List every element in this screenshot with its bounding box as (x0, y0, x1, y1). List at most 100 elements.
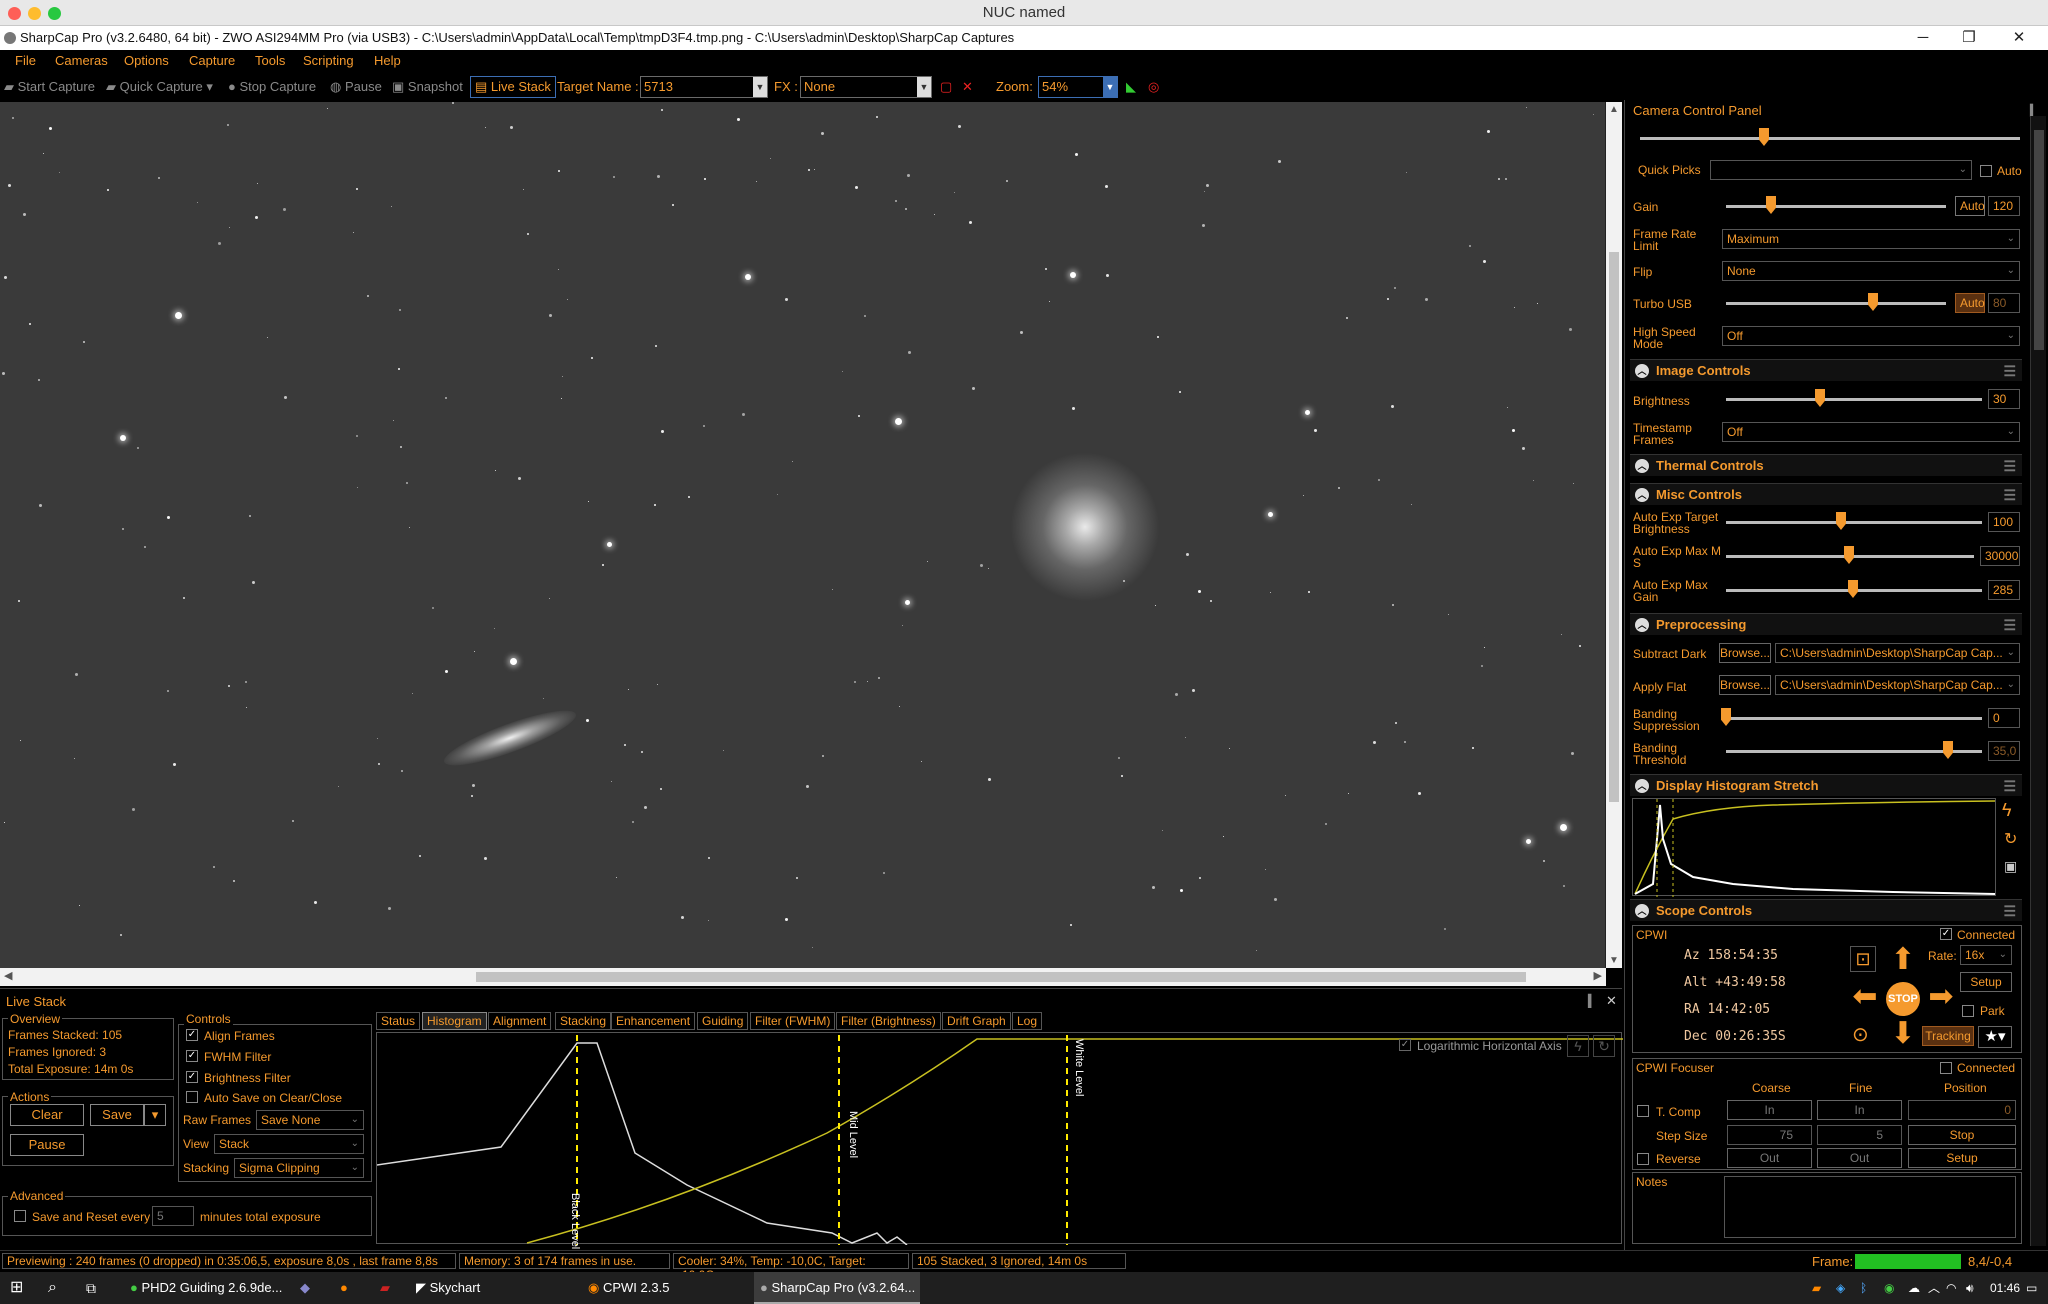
volume-icon[interactable]: 🔊︎ (1966, 1272, 1974, 1304)
asi-icon[interactable]: ▰ (380, 1272, 390, 1304)
scope-setup-button[interactable]: Setup (1960, 972, 2012, 992)
taskbar-cpwi[interactable]: ◉ CPWI 2.3.5 (584, 1272, 734, 1304)
fwhm-filter-checkbox[interactable]: ✓ (186, 1050, 198, 1062)
high-speed-mode-select[interactable]: Off ⌄ (1722, 326, 2020, 346)
gain-slider-track[interactable] (1726, 205, 1946, 208)
start-capture-button[interactable]: ▰ Start Capture (4, 79, 95, 95)
histogram-stretch-plot[interactable] (1632, 798, 1996, 897)
align-frames-checkbox[interactable]: ✓ (186, 1029, 198, 1041)
collapse-icon[interactable]: ︿ (1635, 904, 1649, 918)
thermal-controls-header[interactable]: ︿ Thermal Controls ☰ (1630, 454, 2022, 476)
menu-scripting[interactable]: Scripting (303, 53, 354, 68)
close-icon[interactable]: ✕ (1996, 26, 2042, 50)
tray-icon-1[interactable]: ▰ (1812, 1272, 1821, 1304)
image-vertical-scrollbar[interactable]: ▲ ▼ (1606, 102, 1622, 968)
search-icon[interactable]: ⌕ (48, 1272, 57, 1304)
center-icon[interactable]: ⊙ (1852, 1022, 1869, 1047)
tab-filter-brightness[interactable]: Filter (Brightness) (836, 1012, 941, 1030)
tab-enhancement[interactable]: Enhancement (611, 1012, 696, 1030)
raw-frames-select[interactable]: Save None ⌄ (256, 1110, 364, 1130)
turbo-usb-value[interactable]: 80 (1988, 293, 2020, 313)
fine-in-button[interactable]: In (1817, 1100, 1902, 1120)
tab-histogram[interactable]: Histogram (422, 1012, 487, 1030)
misc-controls-header[interactable]: ︿ Misc Controls ☰ (1630, 483, 2022, 505)
frame-rate-select[interactable]: Maximum ⌄ (1722, 229, 2020, 249)
auto-exp-target-value[interactable]: 100 (1988, 512, 2020, 532)
reverse-checkbox[interactable] (1637, 1153, 1649, 1165)
target-name-combo[interactable]: 5713 ▼ (640, 76, 768, 98)
clear-button[interactable]: Clear (10, 1104, 84, 1126)
reticle-icon[interactable]: ◎ (1148, 79, 1159, 95)
stop-slew-button[interactable]: STOP (1886, 982, 1920, 1016)
fine-out-button[interactable]: Out (1817, 1148, 1902, 1168)
pause-button[interactable]: ◍ Pause (330, 79, 382, 95)
camera-image-view[interactable] (0, 102, 1606, 968)
pause-stack-button[interactable]: Pause (10, 1134, 84, 1156)
zoom-traffic-light-icon[interactable] (48, 7, 61, 20)
auto-save-checkbox[interactable] (186, 1091, 198, 1103)
apply-flat-browse-button[interactable]: Browse... (1719, 675, 1771, 695)
menu-file[interactable]: File (15, 53, 36, 68)
chevron-down-icon[interactable]: ▼ (753, 77, 767, 97)
live-stack-button[interactable]: ▤ Live Stack (470, 76, 556, 98)
tab-stacking[interactable]: Stacking (555, 1012, 612, 1030)
reset-icon[interactable]: ↻ (1593, 1035, 1615, 1057)
chevron-up-icon[interactable]: ︿ (1928, 1272, 1940, 1304)
exposure-slider-track[interactable] (1640, 137, 2020, 140)
scope-controls-header[interactable]: ︿ Scope Controls ☰ (1630, 899, 2022, 921)
bluetooth-icon[interactable]: ᛒ (1860, 1272, 1867, 1304)
menu-help[interactable]: Help (374, 53, 401, 68)
collapse-icon[interactable]: ︿ (1635, 488, 1649, 502)
menu-capture[interactable]: Capture (189, 53, 235, 68)
coarse-out-button[interactable]: Out (1727, 1148, 1812, 1168)
gain-auto-button[interactable]: Auto (1955, 196, 1985, 216)
taskbar-phd2[interactable]: ● PHD2 Guiding 2.6.9de... (124, 1272, 284, 1304)
flip-select[interactable]: None ⌄ (1722, 261, 2020, 281)
focuser-setup-button[interactable]: Setup (1908, 1148, 2016, 1168)
goto-icon[interactable]: ⊡ (1850, 946, 1876, 972)
collapse-icon[interactable]: ︿ (1635, 618, 1649, 632)
menu-icon[interactable]: ☰ (2003, 900, 2016, 922)
clock[interactable]: 01:46 (1990, 1272, 2020, 1304)
close-traffic-light-icon[interactable] (8, 7, 21, 20)
menu-icon[interactable]: ☰ (2003, 614, 2016, 636)
banding-suppression-slider-track[interactable] (1726, 717, 1982, 720)
menu-icon[interactable]: ☰ (2003, 484, 2016, 506)
scope-connected-checkbox[interactable]: ✓ (1940, 928, 1952, 940)
quick-picks-select[interactable]: ⌄ (1710, 160, 1972, 180)
park-checkbox[interactable] (1962, 1005, 1974, 1017)
t-comp-checkbox[interactable] (1637, 1105, 1649, 1117)
focuser-stop-button[interactable]: Stop (1908, 1125, 2016, 1145)
tab-status[interactable]: Status (376, 1012, 421, 1030)
panel-scrollbar[interactable] (2030, 116, 2046, 1246)
fx-combo[interactable]: None ▼ (800, 76, 932, 98)
move-west-arrow-icon[interactable]: ⬅ (1848, 982, 1882, 1012)
selection-rect-icon[interactable]: ▢ (940, 79, 952, 95)
auto-exp-target-slider-track[interactable] (1726, 521, 1982, 524)
subtract-dark-browse-button[interactable]: Browse... (1719, 643, 1771, 663)
save-stretch-icon[interactable]: ▣ (2004, 858, 2017, 875)
preprocessing-header[interactable]: ︿ Preprocessing ☰ (1630, 613, 2022, 635)
start-windows-icon[interactable]: ⊞ (10, 1272, 23, 1304)
turbo-usb-slider-track[interactable] (1726, 302, 1946, 305)
display-histogram-stretch-header[interactable]: ︿ Display Histogram Stretch ☰ (1630, 774, 2022, 796)
log-axis-checkbox[interactable]: ✓ (1399, 1039, 1411, 1051)
crosshair-icon[interactable]: ✕ (962, 79, 973, 95)
live-stack-histogram[interactable]: Black Level Mid Level White Level ✓ Loga… (376, 1032, 1623, 1249)
tab-filter-fwhm[interactable]: Filter (FWHM) (750, 1012, 836, 1030)
auto-stretch-icon[interactable]: ϟ (2002, 800, 2012, 821)
save-button[interactable]: Save (90, 1104, 144, 1126)
brightness-value[interactable]: 30 (1988, 389, 2020, 409)
tab-drift-graph[interactable]: Drift Graph (942, 1012, 1011, 1030)
minimize-icon[interactable]: ─ (1900, 26, 1946, 50)
tray-icon-2[interactable]: ◈ (1836, 1272, 1845, 1304)
move-north-arrow-icon[interactable]: ⬆ (1886, 945, 1920, 975)
save-reset-checkbox[interactable] (14, 1210, 26, 1222)
brightness-filter-checkbox[interactable]: ✓ (186, 1071, 198, 1083)
tab-guiding[interactable]: Guiding (697, 1012, 749, 1030)
notifications-icon[interactable]: ▭ (2026, 1272, 2037, 1304)
onedrive-icon[interactable]: ☁ (1908, 1272, 1920, 1304)
turbo-usb-auto-button[interactable]: Auto (1955, 293, 1985, 313)
menu-tools[interactable]: Tools (255, 53, 285, 68)
tab-alignment[interactable]: Alignment (488, 1012, 552, 1030)
